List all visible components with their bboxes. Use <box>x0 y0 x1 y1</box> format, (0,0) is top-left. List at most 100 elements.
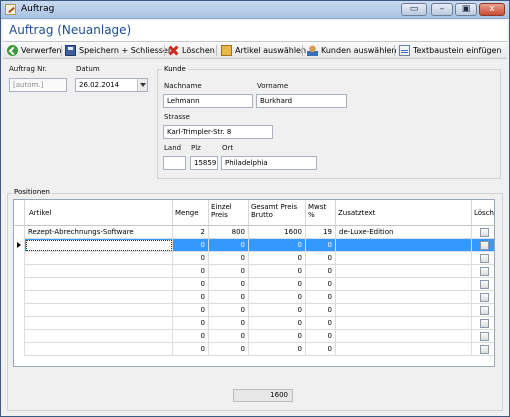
cell-quantity[interactable]: 0 <box>173 239 209 252</box>
delete-checkbox[interactable] <box>480 254 489 263</box>
discard-button[interactable]: Verwerfen <box>7 44 62 57</box>
delete-checkbox[interactable] <box>480 267 489 276</box>
cell-unit-price[interactable]: 0 <box>209 239 249 252</box>
maximize-button[interactable]: ▣ <box>455 3 477 16</box>
column-header-article[interactable]: Artikel <box>25 200 173 226</box>
cell-article[interactable]: Rezept-Abrechnungs-Software <box>25 226 173 239</box>
row-header[interactable] <box>14 265 25 278</box>
cell-quantity[interactable]: 0 <box>173 265 209 278</box>
cell-article[interactable] <box>25 278 173 291</box>
delete-button[interactable]: Löschen <box>168 44 215 57</box>
cell-vat[interactable]: 0 <box>306 343 336 356</box>
cell-article[interactable] <box>25 330 173 343</box>
cell-vat[interactable]: 0 <box>306 278 336 291</box>
cell-unit-price[interactable]: 0 <box>209 330 249 343</box>
close-button[interactable]: x <box>479 3 505 16</box>
cell-quantity[interactable]: 0 <box>173 304 209 317</box>
cell-quantity[interactable]: 0 <box>173 291 209 304</box>
cell-unit-price[interactable]: 800 <box>209 226 249 239</box>
row-header[interactable] <box>14 291 25 304</box>
delete-checkbox[interactable] <box>480 319 489 328</box>
column-header-unit-price[interactable]: Einzel Preis <box>209 200 249 226</box>
cell-total-price[interactable]: 0 <box>249 317 306 330</box>
cell-additional-text[interactable] <box>336 252 472 265</box>
table-row[interactable]: Rezept-Abrechnungs-Software 2 800 1600 19 de-… <box>14 226 494 239</box>
cell-total-price[interactable]: 0 <box>249 343 306 356</box>
table-row[interactable]: 0000 <box>14 252 494 265</box>
cell-total-price[interactable]: 0 <box>249 252 306 265</box>
table-row[interactable]: 0000 <box>14 343 494 356</box>
chevron-down-icon[interactable] <box>137 79 147 91</box>
cell-quantity[interactable]: 0 <box>173 343 209 356</box>
cell-vat[interactable]: 0 <box>306 252 336 265</box>
table-row[interactable]: 0000 <box>14 317 494 330</box>
cell-quantity[interactable]: 0 <box>173 278 209 291</box>
cell-total-price[interactable]: 0 <box>249 278 306 291</box>
cell-article[interactable] <box>25 343 173 356</box>
table-row[interactable]: 0000 <box>14 278 494 291</box>
cell-quantity[interactable]: 2 <box>173 226 209 239</box>
insert-text-button[interactable]: Textbaustein einfügen <box>399 44 501 57</box>
cell-additional-text[interactable] <box>336 239 472 252</box>
cell-article[interactable] <box>25 265 173 278</box>
lastname-field[interactable]: Lehmann <box>163 94 253 108</box>
delete-checkbox[interactable] <box>480 332 489 341</box>
cell-quantity[interactable]: 0 <box>173 330 209 343</box>
row-header[interactable] <box>14 343 25 356</box>
table-row[interactable]: 0000 <box>14 265 494 278</box>
focused-cell[interactable] <box>26 240 172 251</box>
cell-vat[interactable]: 0 <box>306 330 336 343</box>
zip-field[interactable]: 15859 <box>190 156 218 170</box>
cell-vat[interactable]: 0 <box>306 317 336 330</box>
cell-unit-price[interactable]: 0 <box>209 317 249 330</box>
country-field[interactable] <box>163 156 186 170</box>
cell-additional-text[interactable] <box>336 317 472 330</box>
delete-checkbox[interactable] <box>480 280 489 289</box>
row-header[interactable] <box>14 252 25 265</box>
cell-article[interactable] <box>25 291 173 304</box>
restore-button[interactable]: ▭ <box>401 3 427 16</box>
cell-quantity[interactable]: 0 <box>173 317 209 330</box>
order-number-field[interactable]: [autom.] <box>9 78 67 92</box>
firstname-field[interactable]: Burkhard <box>256 94 347 108</box>
cell-unit-price[interactable]: 0 <box>209 278 249 291</box>
cell-additional-text[interactable] <box>336 265 472 278</box>
cell-unit-price[interactable]: 0 <box>209 304 249 317</box>
table-row[interactable]: 0000 <box>14 304 494 317</box>
city-field[interactable]: Philadelphia <box>221 156 317 170</box>
column-header-quantity[interactable]: Menge <box>173 200 209 226</box>
cell-vat[interactable]: 19 <box>306 226 336 239</box>
cell-article[interactable] <box>25 252 173 265</box>
cell-quantity[interactable]: 0 <box>173 252 209 265</box>
cell-additional-text[interactable] <box>336 304 472 317</box>
column-header-additional-text[interactable]: Zusatztext <box>336 200 472 226</box>
cell-total-price[interactable]: 1600 <box>249 226 306 239</box>
cell-unit-price[interactable]: 0 <box>209 291 249 304</box>
cell-vat[interactable]: 0 <box>306 291 336 304</box>
cell-total-price[interactable]: 0 <box>249 304 306 317</box>
cell-unit-price[interactable]: 0 <box>209 252 249 265</box>
cell-additional-text[interactable] <box>336 343 472 356</box>
column-header-delete[interactable]: Löschen? <box>472 200 494 226</box>
delete-checkbox[interactable] <box>480 241 489 250</box>
cell-unit-price[interactable]: 0 <box>209 265 249 278</box>
cell-total-price[interactable]: 0 <box>249 291 306 304</box>
street-field[interactable]: Karl-Trimpler-Str. 8 <box>163 125 273 139</box>
row-header[interactable] <box>14 304 25 317</box>
minimize-button[interactable]: – <box>431 3 453 16</box>
cell-unit-price[interactable]: 0 <box>209 343 249 356</box>
cell-additional-text[interactable] <box>336 330 472 343</box>
cell-vat[interactable]: 0 <box>306 265 336 278</box>
delete-checkbox[interactable] <box>480 306 489 315</box>
delete-checkbox[interactable] <box>480 345 489 354</box>
cell-article[interactable] <box>25 304 173 317</box>
cell-vat[interactable]: 0 <box>306 304 336 317</box>
row-header[interactable] <box>14 278 25 291</box>
cell-total-price[interactable]: 0 <box>249 239 306 252</box>
cell-additional-text[interactable]: de-Luxe-Edition <box>336 226 472 239</box>
row-header[interactable] <box>14 239 25 252</box>
select-article-button[interactable]: Artikel auswählen <box>221 44 306 57</box>
delete-checkbox[interactable] <box>480 293 489 302</box>
row-header[interactable] <box>14 330 25 343</box>
row-header[interactable] <box>14 317 25 330</box>
